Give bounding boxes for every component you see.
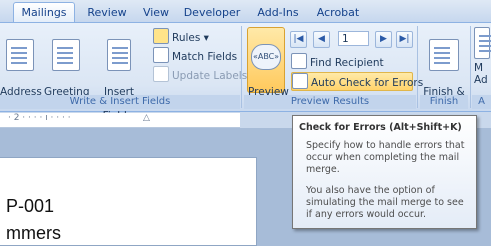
indent-marker-icon[interactable]: △ [143,113,150,123]
record-number-input[interactable]: 1 [338,31,369,46]
document-text-line: mmers [6,223,61,243]
group-label-write-insert: Write & Insert Fields [0,95,240,109]
match-fields-button[interactable]: Match Fields [153,47,237,64]
group-separator [241,26,242,108]
group-label-finish: Finish [420,95,468,109]
group-label-partial: A [472,95,491,109]
previous-record-button[interactable]: ◀ [313,31,330,48]
tab-add-ins[interactable]: Add-Ins [253,3,303,22]
update-labels-button[interactable]: Update Labels [153,66,247,83]
tab-developer[interactable]: Developer [180,3,244,22]
ribbon-tabs: Mailings Review View Developer Add-Ins A… [0,0,491,23]
match-fields-icon [153,47,169,63]
address-block-icon [6,39,34,71]
tab-mailings[interactable]: Mailings [13,2,75,23]
rules-button[interactable]: Rules ▾ [153,28,209,45]
tab-acrobat[interactable]: Acrobat [313,3,363,22]
update-labels-icon [153,66,169,82]
greeting-line-icon [52,39,80,71]
tooltip: Check for Errors (Alt+Shift+K) Specify h… [292,115,477,229]
partial-group-button[interactable]: M Ad [474,27,491,86]
tab-review[interactable]: Review [82,3,132,22]
next-record-button[interactable]: ▶ [375,31,392,48]
group-separator [470,26,471,108]
auto-check-errors-icon [292,73,308,89]
document-page[interactable]: P-001 mmers [0,157,257,246]
find-recipient-icon [291,53,307,69]
abc-preview-icon: «ABC» [251,44,281,70]
tooltip-title: Check for Errors (Alt+Shift+K) [299,122,462,133]
first-record-button[interactable]: |◀ [290,31,307,48]
tooltip-description: Specify how to handle errors that occur … [306,140,465,175]
auto-check-errors-button[interactable]: Auto Check for Errors [291,72,423,91]
preview-results-button[interactable]: «ABC» Preview Results [247,27,289,110]
find-recipient-button[interactable]: Find Recipient [291,53,384,70]
tab-view[interactable]: View [137,3,175,22]
group-separator [417,26,418,108]
horizontal-ruler[interactable]: · 2 · · · · ı · · · · △ [0,113,240,128]
last-record-button[interactable]: ▶| [396,31,413,48]
finish-merge-icon [429,39,459,71]
group-label-preview-results: Preview Results [244,95,416,109]
document-text-line: P-001 [6,196,55,216]
ribbon: Address Block Greeting Line Insert Merge… [0,22,491,122]
insert-merge-field-icon [107,39,131,71]
partial-group-icon [474,27,491,59]
rules-icon [153,28,169,44]
tooltip-description-extra: You also have the option of simulating t… [306,185,464,220]
